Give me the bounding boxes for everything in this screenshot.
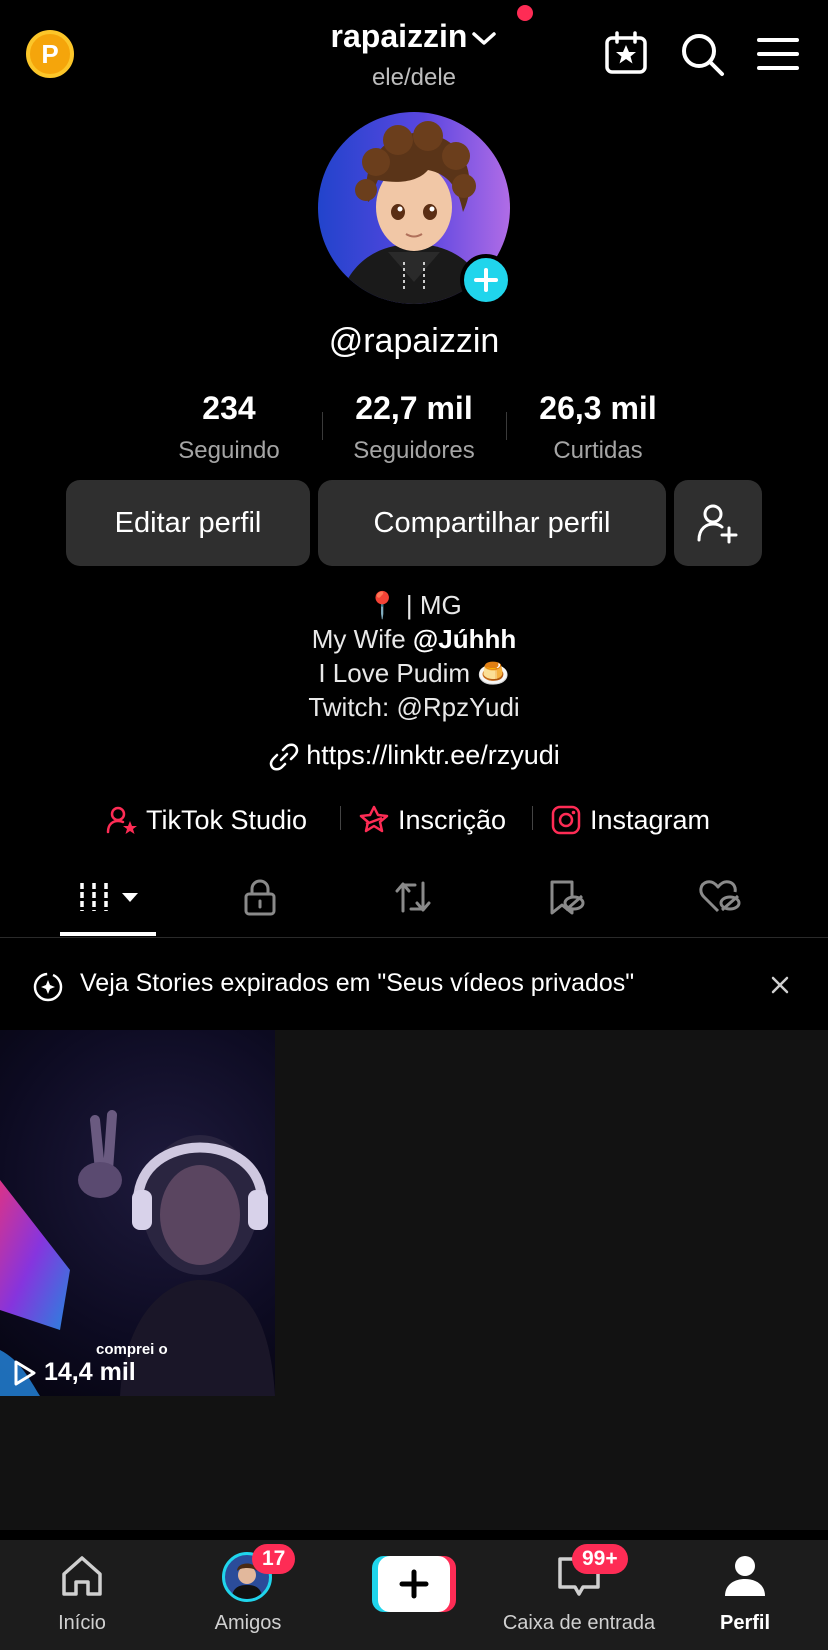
tab-private[interactable] [230, 872, 290, 922]
stats-divider [506, 412, 507, 440]
repost-icon [395, 881, 431, 913]
instagram-icon [551, 805, 581, 835]
banner-text: Veja Stories expirados em "Seus vídeos p… [80, 969, 635, 997]
bio-link[interactable]: https://linktr.ee/rzyudi [0, 740, 828, 773]
lock-icon [244, 879, 276, 916]
menu-icon[interactable] [754, 30, 802, 78]
bio-line: Twitch: @RpzYudi [308, 692, 520, 722]
inbox-badge: 99+ [572, 1544, 628, 1574]
tab-favorites[interactable] [536, 872, 596, 922]
grid-icon [80, 883, 138, 911]
bio-line: My Wife @Júhhh [311, 624, 517, 654]
friends-badge: 17 [252, 1544, 296, 1574]
stat-following[interactable]: 234 Seguindo [139, 390, 319, 465]
heart-hidden-icon [699, 880, 741, 913]
close-icon[interactable] [768, 973, 792, 997]
profile-shortcuts: TikTok Studio Inscrição Instagram [0, 800, 828, 840]
subscription-star-icon [359, 805, 389, 833]
nav-profile[interactable]: Perfil [700, 1540, 790, 1650]
video-views: 14,4 mil [12, 1358, 136, 1387]
stat-likes[interactable]: 26,3 mil Curtidas [508, 390, 688, 465]
plus-icon [474, 268, 498, 292]
nav-home[interactable]: Início [32, 1540, 132, 1650]
tab-reposts[interactable] [383, 872, 443, 922]
instagram-shortcut[interactable]: Instagram [550, 800, 710, 840]
stories-banner[interactable]: Veja Stories expirados em "Seus vídeos p… [0, 955, 828, 1015]
link-icon [269, 743, 299, 771]
profile-icon [725, 1556, 765, 1596]
share-profile-button[interactable]: Compartilhar perfil [318, 480, 666, 566]
top-bar: P rapaizzin ele/dele [0, 0, 828, 110]
story-sparkle-icon [33, 972, 63, 1002]
add-story-button[interactable] [460, 254, 512, 306]
stats-row: 234 Seguindo 22,7 mil Seguidores 26,3 mi… [0, 390, 828, 470]
home-icon [62, 1556, 102, 1596]
nav-inbox[interactable]: 99+ Caixa de entrada [490, 1540, 668, 1650]
subscription-shortcut[interactable]: Inscrição [358, 800, 506, 840]
bio-line: 📍 | MG [366, 590, 462, 620]
video-caption: comprei o [96, 1341, 168, 1358]
search-icon[interactable] [678, 30, 726, 78]
chevron-down-icon [472, 31, 497, 45]
add-friend-button[interactable] [674, 480, 762, 566]
active-tab-indicator [60, 932, 156, 936]
calendar-star-icon[interactable] [602, 30, 650, 78]
stats-divider [322, 412, 323, 440]
edit-profile-button[interactable]: Editar perfil [66, 480, 310, 566]
notification-dot [517, 5, 533, 21]
shortcut-divider [532, 806, 533, 830]
nav-friends[interactable]: 17 Amigos [196, 1540, 300, 1650]
bookmark-hidden-icon [550, 880, 585, 915]
stat-followers[interactable]: 22,7 mil Seguidores [324, 390, 504, 465]
tab-videos[interactable] [78, 872, 142, 922]
bio-line: I Love Pudim 🍮 [318, 658, 510, 688]
person-star-icon [106, 806, 137, 834]
add-user-icon [697, 504, 738, 544]
video-thumbnail[interactable]: comprei o 14,4 mil [0, 1030, 275, 1396]
bio-mention[interactable]: @Júhhh [413, 624, 516, 654]
play-icon [14, 1360, 36, 1385]
tab-liked[interactable] [690, 872, 750, 922]
username: rapaizzin [330, 18, 468, 54]
tiktok-studio-shortcut[interactable]: TikTok Studio [106, 800, 307, 840]
content-tabs [0, 862, 828, 938]
shortcut-divider [340, 806, 341, 830]
profile-handle: @rapaizzin [328, 322, 500, 360]
create-button[interactable] [372, 1556, 456, 1612]
